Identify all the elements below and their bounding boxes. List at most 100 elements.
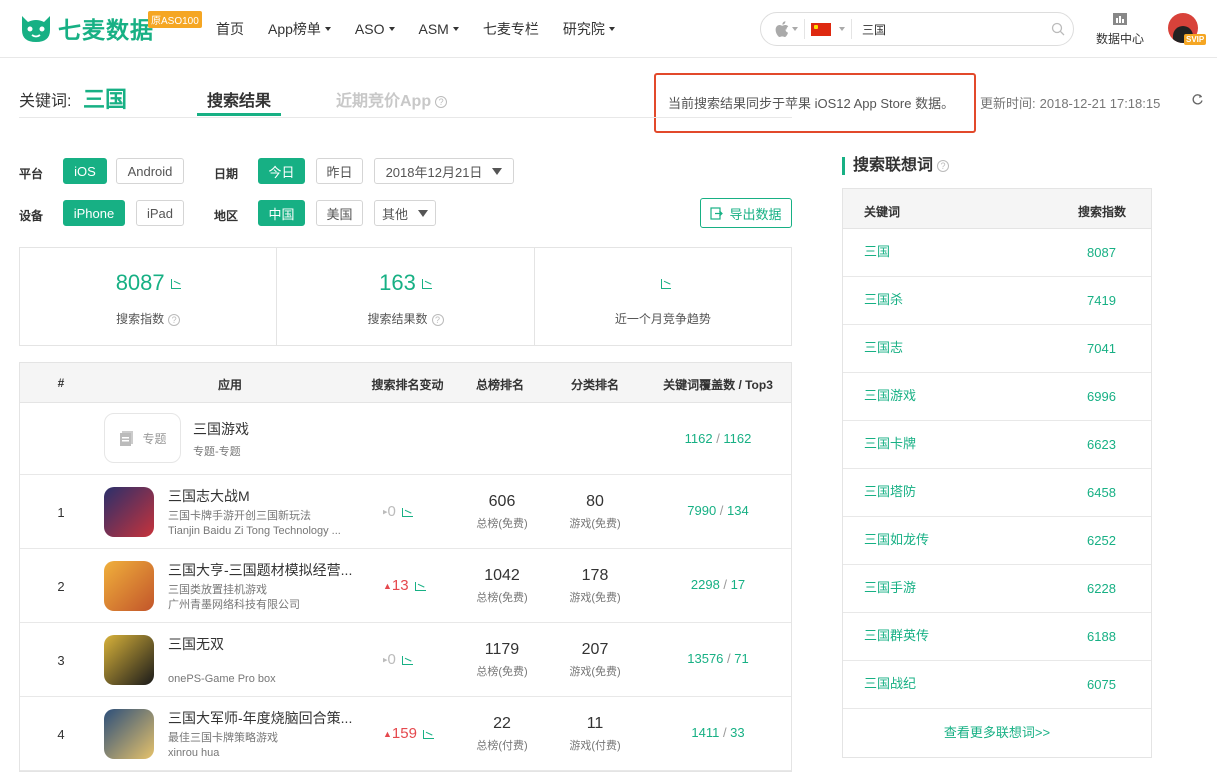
trend-chart-icon[interactable]	[401, 507, 413, 517]
app-icon[interactable]	[104, 487, 154, 537]
related-keyword[interactable]: 三国杀	[864, 289, 903, 308]
app-icon[interactable]	[104, 561, 154, 611]
related-keyword-row[interactable]: 三国游戏 6996	[843, 373, 1151, 421]
keyword-coverage[interactable]: 13576 / 71	[648, 651, 788, 666]
nav-item-label: ASO	[354, 21, 385, 37]
row-rank: 1	[57, 505, 65, 520]
app-name[interactable]: 三国志大战M	[168, 486, 360, 506]
coverage-count: 13576	[687, 651, 724, 666]
search-icon[interactable]	[1051, 22, 1065, 36]
device-ipad-button[interactable]: iPad	[136, 200, 184, 226]
coverage-count: 2298	[690, 577, 720, 592]
nav-item[interactable]: ASM	[419, 21, 459, 37]
keyword-coverage[interactable]: 2298 / 17	[648, 577, 788, 592]
rank-change: ▲159	[383, 725, 434, 742]
search-input[interactable]: 三国	[862, 21, 1051, 38]
related-keyword[interactable]: 三国战纪	[864, 673, 916, 692]
related-keyword[interactable]: 三国游戏	[864, 385, 916, 404]
update-time-label: 更新时间:	[980, 96, 1036, 111]
document-icon	[120, 431, 134, 446]
app-icon[interactable]	[104, 635, 154, 685]
related-keyword[interactable]: 三国志	[864, 337, 903, 356]
region-china-button[interactable]: 中国	[258, 200, 305, 226]
app-icon[interactable]	[104, 709, 154, 759]
search-bar[interactable]: 三国	[760, 12, 1074, 46]
related-keyword-row[interactable]: 三国塔防 6458	[843, 469, 1151, 517]
nav-item[interactable]: ASO	[355, 21, 395, 37]
cat-logo-icon	[18, 12, 54, 44]
platform-select[interactable]	[769, 19, 805, 39]
platform-ios-button[interactable]: iOS	[63, 158, 107, 184]
table-row[interactable]: 2 三国大亨-三国题材模拟经营... 三国类放置挂机游戏 广州青墨网络科技有限公司 ▲1…	[20, 549, 791, 623]
date-picker-value: 2018年12月21日	[385, 164, 483, 180]
region-other-dropdown[interactable]: 其他	[374, 200, 436, 226]
related-keyword-row[interactable]: 三国志 7041	[843, 325, 1151, 373]
app-developer: onePS-Game Pro box	[168, 673, 276, 685]
table-row[interactable]: 1 三国志大战M 三国卡牌手游开创三国新玩法 Tianjin Baidu Zi Ton…	[20, 475, 791, 549]
results-table: # 应用 搜索排名变动 总榜排名 分类排名 关键词覆盖数 / Top3 专题 三…	[19, 362, 792, 772]
nav-item[interactable]: 七麦专栏	[483, 19, 539, 39]
table-row[interactable]: 3 三国无双 onePS-Game Pro box ▸0 1179 总榜(免费) 207 游戏…	[20, 623, 791, 697]
trend-chart-icon[interactable]	[401, 655, 413, 665]
trend-chart-icon[interactable]	[422, 729, 434, 739]
date-yesterday-button[interactable]: 昨日	[316, 158, 363, 184]
related-keyword[interactable]: 三国如龙传	[864, 529, 929, 548]
related-keyword-row[interactable]: 三国如龙传 6252	[843, 517, 1151, 565]
data-center-button[interactable]: 数据中心	[1096, 12, 1144, 47]
app-name[interactable]: 三国大军师-年度烧脑回合策...	[168, 708, 360, 728]
region-select[interactable]	[805, 19, 852, 39]
trend-chart-icon[interactable]	[414, 581, 426, 591]
related-keyword-row[interactable]: 三国 8087	[843, 229, 1151, 277]
device-iphone-button[interactable]: iPhone	[63, 200, 125, 226]
related-keyword-row[interactable]: 三国战纪 6075	[843, 661, 1151, 709]
platform-android-button[interactable]: Android	[116, 158, 184, 184]
help-icon[interactable]: ?	[431, 313, 444, 326]
tab-recent-bidding-apps[interactable]: 近期竞价App?	[336, 87, 448, 111]
keyword-coverage[interactable]: 1411 / 33	[648, 725, 788, 740]
total-rank-value: 606	[488, 493, 516, 510]
trend-chart-icon[interactable]	[660, 279, 671, 290]
total-rank: 1042 总榜(免费)	[457, 567, 547, 605]
related-keyword[interactable]: 三国塔防	[864, 481, 916, 500]
col-keyword: 关键词	[864, 205, 901, 219]
keyword-coverage[interactable]: 1162 / 1162	[648, 431, 788, 446]
app-name[interactable]: 三国游戏	[193, 419, 385, 439]
table-row[interactable]: 4 三国大军师-年度烧脑回合策... 最佳三国卡牌策略游戏 xinrou hua ▲15…	[20, 697, 791, 771]
related-keyword-row[interactable]: 三国手游 6228	[843, 565, 1151, 613]
category-rank: 80 游戏(免费)	[550, 493, 640, 531]
keyword-coverage[interactable]: 7990 / 134	[648, 503, 788, 518]
col-rank-change: 搜索排名变动	[371, 378, 444, 392]
help-icon[interactable]: ?	[435, 95, 448, 108]
related-keyword[interactable]: 三国手游	[864, 577, 916, 596]
help-icon[interactable]: ?	[168, 313, 181, 326]
sync-notice: 当前搜索结果同步于苹果 iOS12 App Store 数据。	[668, 96, 955, 111]
related-keyword-row[interactable]: 三国群英传 6188	[843, 613, 1151, 661]
tab-search-results[interactable]: 搜索结果	[207, 87, 271, 111]
related-keyword-row[interactable]: 三国杀 7419	[843, 277, 1151, 325]
related-keyword-index: 6623	[1087, 437, 1116, 452]
related-keyword[interactable]: 三国群英传	[864, 625, 929, 644]
related-keyword[interactable]: 三国	[864, 241, 890, 260]
app-name[interactable]: 三国大亨-三国题材模拟经营...	[168, 560, 360, 580]
more-keywords-link[interactable]: 查看更多联想词>>	[843, 709, 1151, 757]
topic-row[interactable]: 专题 三国游戏 专题-专题 1162 / 1162	[20, 403, 791, 475]
refresh-icon[interactable]	[1191, 93, 1204, 106]
trend-chart-icon[interactable]	[170, 279, 181, 290]
export-data-button[interactable]: 导出数据	[700, 198, 792, 228]
app-name[interactable]: 三国无双	[168, 634, 360, 654]
nav-item[interactable]: 研究院	[563, 19, 615, 39]
date-picker[interactable]: 2018年12月21日	[374, 158, 514, 184]
related-keyword-index: 6458	[1087, 485, 1116, 500]
help-icon[interactable]: ?	[937, 159, 950, 172]
nav-item[interactable]: App榜单	[268, 19, 331, 39]
related-keyword-index: 8087	[1087, 245, 1116, 260]
nav-item[interactable]: 首页	[216, 19, 244, 39]
related-keyword[interactable]: 三国卡牌	[864, 433, 916, 452]
region-us-button[interactable]: 美国	[316, 200, 363, 226]
trend-chart-icon[interactable]	[421, 279, 432, 290]
date-today-button[interactable]: 今日	[258, 158, 305, 184]
related-keyword-row[interactable]: 三国卡牌 6623	[843, 421, 1151, 469]
stat-competition-trend: 近一个月竞争趋势	[535, 248, 791, 345]
logo[interactable]: 七麦数据 原ASO100	[18, 11, 202, 45]
chevron-down-icon	[792, 27, 798, 31]
